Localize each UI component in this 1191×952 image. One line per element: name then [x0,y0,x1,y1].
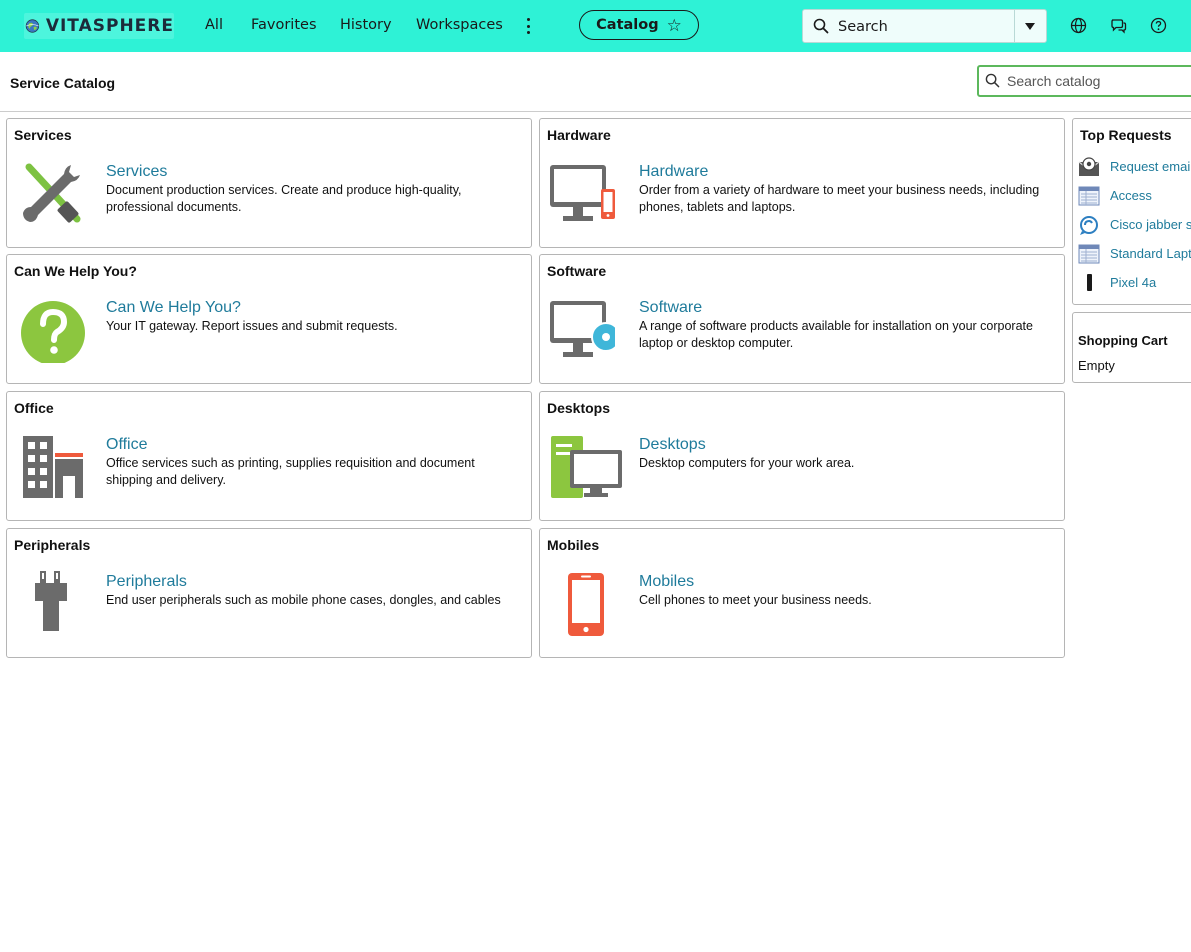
office-link[interactable]: Office [106,436,148,454]
card-title: Peripherals [14,537,91,553]
peripherals-link[interactable]: Peripherals [106,573,187,591]
help-link[interactable]: Can We Help You? [106,299,241,317]
top-request-link[interactable]: Request emai [1110,159,1190,174]
phone-icon [1087,274,1092,291]
chevron-down-icon[interactable] [1025,23,1035,30]
nav-history[interactable]: History [340,17,392,33]
global-search-field[interactable]: Search [802,9,1047,43]
category-card-desktops: Desktops Desktops Desktop computers for … [539,391,1065,521]
top-request-link[interactable]: Pixel 4a [1110,275,1156,290]
card-description: Desktop computers for your work area. [639,456,855,470]
top-request-item[interactable]: Access [1078,185,1191,207]
top-request-link[interactable]: Access [1110,188,1152,203]
email-request-icon [1078,157,1100,176]
jabber-icon [1080,216,1098,235]
software-link[interactable]: Software [639,299,702,317]
header-divider [0,111,1191,112]
shopping-cart-panel: Shopping Cart Empty [1072,312,1191,383]
form-icon [1078,186,1100,206]
top-navbar: VITASPHERE All Favorites History Workspa… [0,0,1191,52]
nav-workspaces[interactable]: Workspaces [416,17,503,33]
nav-all[interactable]: All [205,17,223,33]
top-requests-panel: Top Requests Request emai Access Cisco j… [1072,118,1191,305]
brand-name: VITASPHERE [45,16,174,36]
catalog-search-field[interactable] [977,65,1191,97]
globe-icon[interactable] [1070,17,1087,34]
card-title: Software [547,263,607,279]
question-icon [21,301,85,363]
top-request-item[interactable]: Cisco jabber s [1078,214,1191,236]
top-request-item[interactable]: Pixel 4a [1078,272,1191,294]
desktops-link[interactable]: Desktops [639,436,706,454]
desktop-tower-icon [551,436,622,498]
card-description: Order from a variety of hardware to meet… [639,183,1040,214]
hardware-link[interactable]: Hardware [639,163,708,181]
globe-logo-icon [25,19,40,33]
search-icon [813,18,829,34]
mobiles-link[interactable]: Mobiles [639,573,694,591]
card-description: Your IT gateway. Report issues and submi… [106,319,398,333]
card-title: Can We Help You? [14,263,137,279]
catalog-pill-label: Catalog [596,17,659,33]
top-request-link[interactable]: Cisco jabber s [1110,217,1191,232]
category-card-office: Office Office Office services such as pr… [6,391,532,521]
category-card-services: Services Services Document production se… [6,118,532,248]
card-description: Document production services. Create and… [106,183,462,214]
more-menu-icon[interactable] [522,16,534,36]
mobile-phone-icon [568,573,604,636]
nav-favorites[interactable]: Favorites [251,17,317,33]
search-divider [1014,10,1015,42]
top-requests-title: Top Requests [1080,127,1172,143]
wrench-screwdriver-icon [23,163,81,223]
card-title: Office [14,400,54,416]
services-link[interactable]: Services [106,163,167,181]
help-icon[interactable] [1150,17,1167,34]
category-card-peripherals: Peripherals Peripherals End user periphe… [6,528,532,658]
card-description: A range of software products available f… [639,319,1033,350]
top-request-item[interactable]: Request emai [1078,156,1191,178]
category-card-mobiles: Mobiles Mobiles Cell phones to meet your… [539,528,1065,658]
card-title: Mobiles [547,537,600,553]
star-icon[interactable]: ☆ [667,17,682,34]
cart-status: Empty [1078,358,1115,373]
card-title: Hardware [547,127,611,143]
page-title: Service Catalog [10,75,116,91]
monitor-disc-icon [550,301,615,357]
top-request-item[interactable]: Standard Lapt [1078,243,1191,265]
card-description: End user peripherals such as mobile phon… [106,593,501,607]
card-title: Services [14,127,72,143]
form-icon [1078,244,1100,264]
monitor-phone-icon [550,165,615,221]
search-icon [985,73,1000,88]
category-card-hardware: Hardware Hardware Order from a variety o… [539,118,1065,248]
card-description: Cell phones to meet your business needs. [639,593,872,607]
card-title: Desktops [547,400,611,416]
category-card-software: Software Software A range of software pr… [539,254,1065,384]
shopping-cart-title: Shopping Cart [1078,333,1168,348]
top-request-link[interactable]: Standard Lapt [1110,246,1191,261]
office-building-icon [23,436,83,498]
chat-icon[interactable] [1110,17,1127,34]
brand-logo[interactable]: VITASPHERE [24,13,174,39]
plug-icon [35,571,67,631]
category-card-help: Can We Help You? Can We Help You? Your I… [6,254,532,384]
card-description: Office services such as printing, suppli… [106,456,475,487]
catalog-search-input[interactable] [1007,72,1191,90]
catalog-context-pill[interactable]: Catalog ☆ [579,10,699,40]
global-search-label: Search [838,19,888,35]
